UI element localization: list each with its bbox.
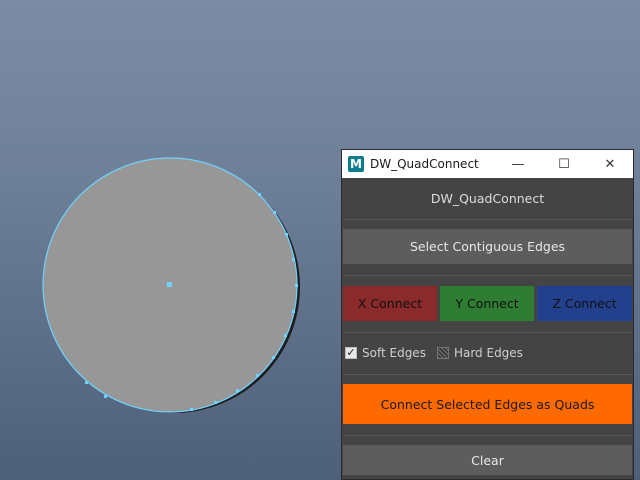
separator	[344, 332, 631, 333]
maximize-button[interactable]: ☐	[541, 150, 587, 178]
z-connect-button[interactable]: Z Connect	[537, 286, 632, 321]
y-connect-button[interactable]: Y Connect	[440, 286, 534, 321]
pivot-point[interactable]	[167, 282, 172, 287]
hard-edges-label[interactable]: Hard Edges	[454, 346, 523, 360]
hard-edges-checkbox[interactable]	[436, 347, 449, 359]
separator	[344, 435, 631, 436]
separator	[344, 374, 631, 375]
minimize-button[interactable]: —	[495, 150, 541, 178]
x-connect-button[interactable]: X Connect	[343, 286, 437, 321]
quadconnect-window: M DW_QuadConnect — ☐ ✕ DW_QuadConnect Se…	[341, 149, 634, 480]
separator	[344, 275, 631, 276]
maya-icon: M	[348, 156, 364, 172]
close-button[interactable]: ✕	[587, 150, 633, 178]
soft-edges-checkbox[interactable]: ✓	[345, 347, 357, 359]
panel-header: DW_QuadConnect	[342, 179, 633, 217]
window-title: DW_QuadConnect	[370, 157, 479, 171]
soft-edges-label[interactable]: Soft Edges	[362, 346, 426, 360]
window-titlebar[interactable]: M DW_QuadConnect — ☐ ✕	[342, 150, 633, 178]
clear-button[interactable]: Clear	[343, 445, 632, 475]
select-contiguous-edges-button[interactable]: Select Contiguous Edges	[343, 229, 632, 264]
edge-options: ✓ Soft Edges Hard Edges	[342, 342, 633, 364]
connect-quads-button[interactable]: Connect Selected Edges as Quads	[343, 384, 632, 424]
separator	[344, 219, 631, 220]
